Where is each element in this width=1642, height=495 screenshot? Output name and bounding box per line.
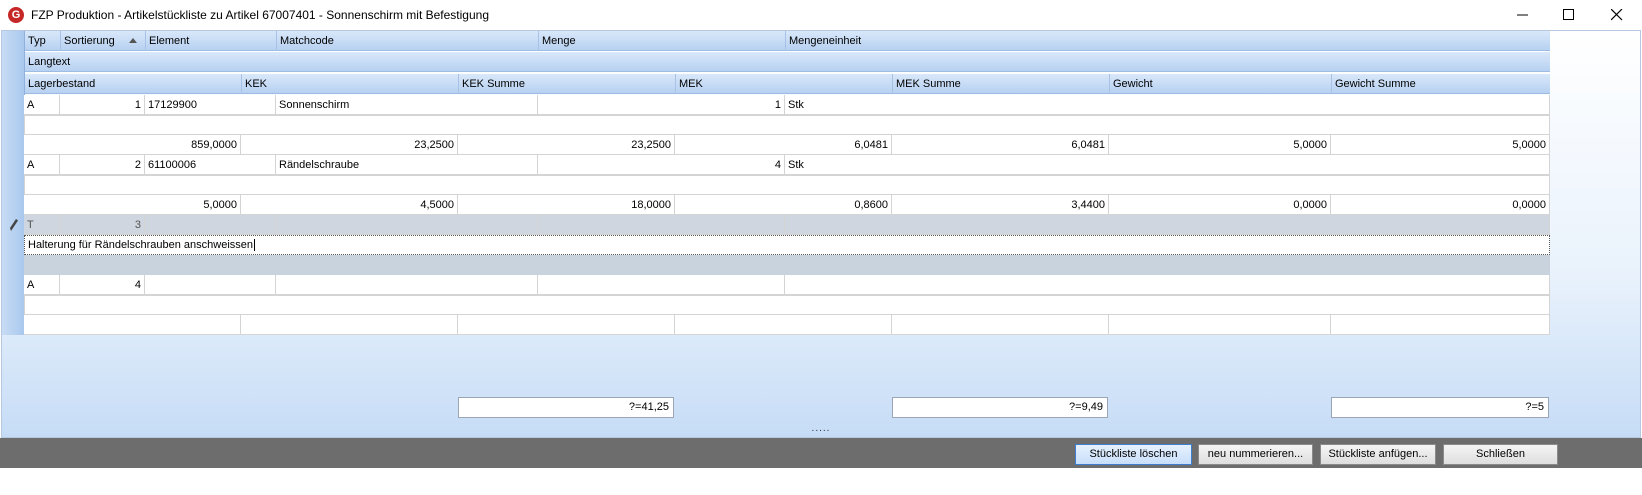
col-header-mek[interactable]: MEK [675,74,892,94]
col-header-typ[interactable]: Typ [24,31,60,51]
cell-mek[interactable] [675,315,892,335]
cell-element[interactable]: 61100006 [145,155,276,175]
table-row[interactable]: A 2 61100006 Rändelschraube 4 Stk [24,155,1550,175]
cell-kek[interactable]: 23,2500 [241,135,458,155]
cell-lagerbestand[interactable]: 859,0000 [24,135,241,155]
cell-lagerbestand[interactable]: 5,0000 [24,195,241,215]
col-header-gewicht-summe[interactable]: Gewicht Summe [1331,74,1550,94]
maximize-icon [1563,9,1574,20]
cell-mengeneinheit[interactable] [785,215,1550,235]
header-row-main: Typ Sortierung Element Matchcode Menge M… [24,31,1550,51]
cell-typ[interactable]: A [24,155,60,175]
cell-gewicht[interactable]: 0,0000 [1109,195,1331,215]
cell-matchcode[interactable] [276,275,538,295]
col-header-element[interactable]: Element [145,31,276,51]
cell-element[interactable] [145,275,276,295]
close-icon [1611,9,1623,21]
cell-mengeneinheit[interactable]: Stk [785,155,1550,175]
langtext-row[interactable] [24,295,1550,315]
minimize-button[interactable] [1500,0,1546,30]
col-header-gewicht[interactable]: Gewicht [1109,74,1331,94]
sum-kek-summe: ?=41,25 [458,397,674,418]
cell-gewicht-summe[interactable]: 5,0000 [1331,135,1550,155]
langtext-row[interactable] [24,115,1550,135]
cell-gewicht-summe[interactable] [1331,315,1550,335]
cell-kek[interactable]: 4,5000 [241,195,458,215]
cell-menge[interactable] [538,275,785,295]
col-header-sortierung[interactable]: Sortierung [60,31,145,51]
cell-mengeneinheit[interactable]: Stk [785,95,1550,115]
cell-menge[interactable] [538,215,785,235]
window-title: FZP Produktion - Artikelstückliste zu Ar… [31,8,489,22]
col-header-mengeneinheit[interactable]: Mengeneinheit [785,31,1550,51]
col-header-langtext[interactable]: Langtext [24,52,1550,72]
col-header-matchcode[interactable]: Matchcode [276,31,538,51]
cell-mek-summe[interactable] [892,315,1109,335]
sum-gewicht-summe: ?=5 [1331,397,1549,418]
cell-gewicht-summe[interactable]: 0,0000 [1331,195,1550,215]
cell-mek[interactable]: 6,0481 [675,135,892,155]
header-row-values: Lagerbestand KEK KEK Summe MEK MEK Summe… [24,74,1550,94]
maximize-button[interactable] [1546,0,1592,30]
table-row-values[interactable]: 5,0000 4,5000 18,0000 0,8600 3,4400 0,00… [24,195,1550,215]
cell-menge[interactable]: 1 [538,95,785,115]
col-header-mek-summe[interactable]: MEK Summe [892,74,1109,94]
table-row[interactable]: A 4 [24,275,1550,295]
sum-mek-summe: ?=9,49 [892,397,1108,418]
cell-sortierung[interactable]: 1 [60,95,145,115]
cell-sortierung[interactable]: 3 [60,215,145,235]
cell-gewicht[interactable] [1109,315,1331,335]
table-row-active[interactable]: T 3 [24,215,1550,235]
cell-kek[interactable] [241,315,458,335]
cell-kek-summe[interactable] [458,315,675,335]
cell-typ[interactable]: A [24,95,60,115]
close-button[interactable]: Schließen [1443,444,1558,465]
cell-mengeneinheit[interactable] [785,275,1550,295]
langtext-value[interactable]: Halterung für Rändelschrauben anschweiss… [28,239,253,251]
table-row-values[interactable] [24,315,1550,335]
col-header-kek[interactable]: KEK [241,74,458,94]
close-window-button[interactable] [1594,0,1640,30]
title-bar: G FZP Produktion - Artikelstückliste zu … [0,0,1642,30]
cell-matchcode[interactable]: Sonnenschirm [276,95,538,115]
table-row-values-disabled [24,255,1550,275]
cell-mek-summe[interactable]: 3,4400 [892,195,1109,215]
table-row-values[interactable]: 859,0000 23,2500 23,2500 6,0481 6,0481 5… [24,135,1550,155]
text-cursor [254,239,256,251]
col-header-lagerbestand[interactable]: Lagerbestand [24,74,241,94]
cell-kek-summe[interactable]: 18,0000 [458,195,675,215]
cell-matchcode[interactable]: Rändelschraube [276,155,538,175]
row-selector-header [2,31,25,95]
cell-kek-summe[interactable]: 23,2500 [458,135,675,155]
splitter-handle[interactable]: ..... [1,424,1641,437]
cell-element[interactable] [145,215,276,235]
header-row-langtext: Langtext [24,52,1550,72]
cell-element[interactable]: 17129900 [145,95,276,115]
cell-gewicht[interactable]: 5,0000 [1109,135,1331,155]
cell-lagerbestand[interactable] [24,315,241,335]
langtext-edit-field[interactable]: Halterung für Rändelschrauben anschweiss… [24,235,1550,255]
delete-bom-button[interactable]: Stückliste löschen [1075,444,1192,465]
cell-mek[interactable]: 0,8600 [675,195,892,215]
background-window-strip [0,468,1642,495]
cell-mek-summe[interactable]: 6,0481 [892,135,1109,155]
sort-ascending-icon [129,38,137,43]
table-row[interactable]: A 1 17129900 Sonnenschirm 1 Stk [24,95,1550,115]
renumber-button[interactable]: neu nummerieren... [1198,444,1313,465]
col-header-menge[interactable]: Menge [538,31,785,51]
cell-typ[interactable]: T [24,215,60,235]
cell-sortierung[interactable]: 2 [60,155,145,175]
col-header-sortierung-label: Sortierung [64,35,115,47]
minimize-icon [1517,14,1528,16]
cell-menge[interactable]: 4 [538,155,785,175]
row-selector-column[interactable] [2,95,25,335]
cell-sortierung[interactable]: 4 [60,275,145,295]
cell-matchcode[interactable] [276,215,538,235]
cell-typ[interactable]: A [24,275,60,295]
langtext-row[interactable] [24,175,1550,195]
edit-pencil-icon [10,219,18,231]
col-header-kek-summe[interactable]: KEK Summe [458,74,675,94]
app-logo-icon: G [8,7,24,23]
append-bom-button[interactable]: Stückliste anfügen... [1320,444,1436,465]
